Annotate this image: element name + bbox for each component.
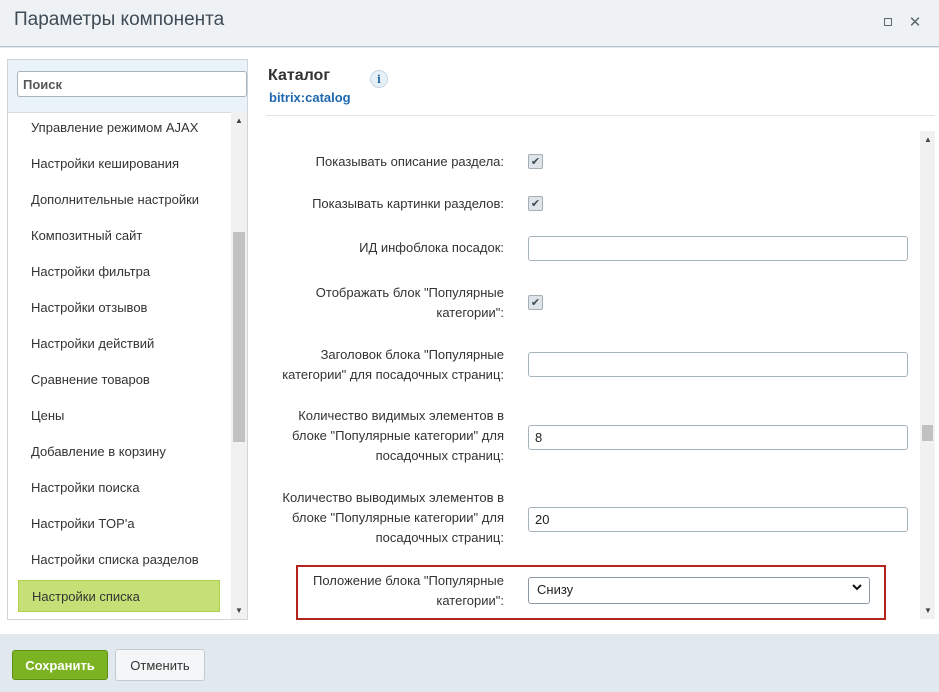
show-popular-block-label: Отображать блок "Популярные категории": (268, 283, 504, 323)
select-value: Снизу (537, 582, 574, 597)
label-line: категории": (436, 305, 504, 320)
main-scroll-thumb[interactable] (922, 425, 933, 441)
sidebar-search-area (8, 60, 247, 112)
save-button[interactable]: Сохранить (12, 650, 108, 680)
label-line: Положение блока "Популярные (312, 573, 504, 588)
show-section-description-checkbox[interactable]: ✔ (528, 154, 543, 169)
label-line: блоке "Популярные категории" для (292, 510, 504, 525)
visible-count-label: Количество видимых элементов в блоке "По… (268, 406, 504, 466)
cancel-button[interactable]: Отменить (115, 649, 205, 681)
sidebar-list: Управление режимом AJAX Настройки кеширов… (8, 112, 231, 619)
output-count-label: Количество выводимых элементов в блоке "… (268, 488, 504, 548)
sidebar-item[interactable]: Управление режимом AJAX (18, 113, 220, 144)
scroll-down-icon[interactable]: ▼ (924, 606, 932, 615)
search-input[interactable] (17, 71, 247, 97)
window-titlebar: Параметры компонента ✕ (0, 0, 939, 47)
info-icon[interactable]: i (370, 70, 388, 88)
sidebar-item[interactable]: Настройки поиска (18, 472, 220, 504)
visible-count-field[interactable] (528, 425, 908, 450)
label-line: категории" для посадочных страниц: (282, 367, 504, 382)
popular-block-title-field[interactable] (528, 352, 908, 377)
label-line: посадочных страниц: (375, 530, 504, 545)
window-title: Параметры компонента (14, 9, 225, 30)
scroll-down-icon[interactable]: ▼ (235, 606, 243, 615)
main-scrollbar[interactable]: ▲ ▼ (920, 131, 935, 619)
sidebar-item[interactable]: Настройки TOP'а (18, 508, 220, 540)
close-icon[interactable]: ✕ (906, 13, 924, 31)
show-section-pictures-checkbox[interactable]: ✔ (528, 196, 543, 211)
label-line: Отображать блок "Популярные (315, 285, 504, 300)
sidebar-item[interactable]: Композитный сайт (18, 220, 220, 252)
show-section-pictures-label: Показывать картинки разделов: (312, 196, 504, 211)
component-code: bitrix:catalog (269, 90, 351, 105)
divider (266, 115, 935, 116)
label-line: посадочных страниц: (375, 448, 504, 463)
sidebar-item[interactable]: Добавление в корзину (18, 436, 220, 468)
scroll-up-icon[interactable]: ▲ (924, 135, 932, 144)
sidebar-scroll-thumb[interactable] (233, 232, 245, 442)
sidebar-item[interactable]: Настройки фильтра (18, 256, 220, 288)
scroll-up-icon[interactable]: ▲ (235, 116, 243, 125)
sidebar-item[interactable]: Настройки отзывов (18, 292, 220, 324)
chevron-down-icon (851, 581, 863, 596)
popular-block-title-label: Заголовок блока "Популярные категории" д… (268, 345, 504, 385)
label-line: Количество выводимых элементов в (282, 490, 504, 505)
sidebar-item[interactable]: Настройки действий (18, 328, 220, 360)
landing-iblock-id-label: ИД инфоблока посадок: (359, 240, 504, 255)
sidebar-item[interactable]: Цены (18, 400, 220, 432)
check-icon: ✔ (530, 198, 541, 210)
maximize-icon[interactable] (879, 13, 897, 31)
check-icon: ✔ (530, 156, 541, 168)
label-line: категории": (436, 593, 504, 608)
landing-iblock-id-field[interactable] (528, 236, 908, 261)
sidebar-item[interactable]: Настройки кеширования (18, 148, 220, 180)
block-position-select[interactable]: Снизу (528, 577, 870, 604)
show-section-description-label: Показывать описание раздела: (315, 154, 504, 169)
sidebar: Управление режимом AJAX Настройки кеширов… (7, 59, 248, 620)
check-icon: ✔ (530, 297, 541, 309)
label-line: Заголовок блока "Популярные (320, 347, 504, 362)
label-line: блоке "Популярные категории" для (292, 428, 504, 443)
show-popular-block-checkbox[interactable]: ✔ (528, 295, 543, 310)
section-title: Каталог (268, 67, 330, 84)
output-count-field[interactable] (528, 507, 908, 532)
sidebar-item[interactable]: Дополнительные настройки (18, 184, 220, 216)
label-line: Количество видимых элементов в (298, 408, 504, 423)
sidebar-item[interactable]: Настройки списка (18, 580, 220, 612)
sidebar-item[interactable]: Настройки списка разделов (18, 544, 220, 576)
dialog-body: Управление режимом AJAX Настройки кеширов… (0, 48, 939, 634)
dialog-footer: Сохранить Отменить (0, 634, 939, 692)
sidebar-item[interactable]: Сравнение товаров (18, 364, 220, 396)
sidebar-scrollbar[interactable]: ▲ ▼ (231, 112, 247, 619)
block-position-label: Положение блока "Популярные категории": (268, 571, 504, 611)
